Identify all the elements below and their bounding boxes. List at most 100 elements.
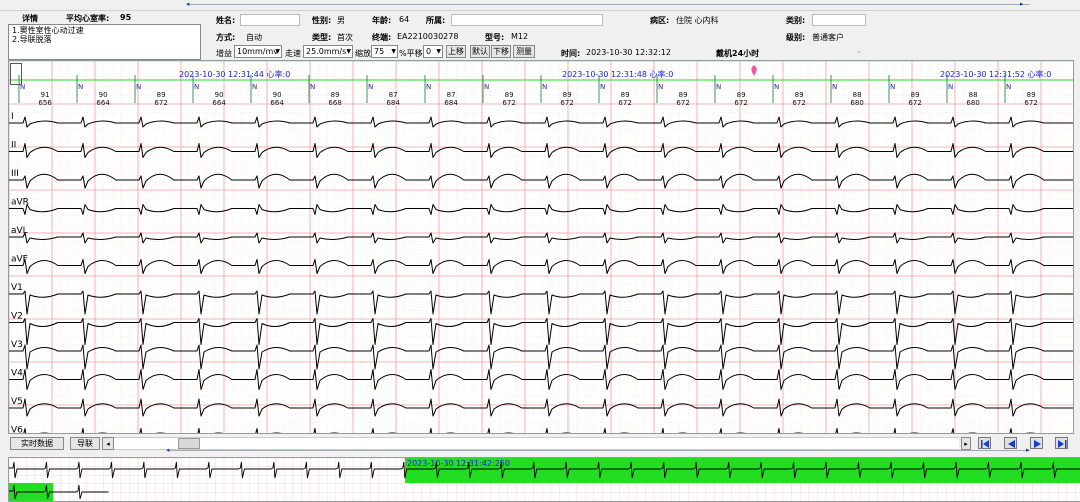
- lead-label-V5: V5: [11, 397, 23, 407]
- pan-select[interactable]: 0 ▼: [423, 45, 443, 58]
- lead-label-II: II: [11, 141, 16, 151]
- lead-label-V2: V2: [11, 312, 23, 322]
- avg-hr-value: 95: [120, 13, 132, 22]
- ecg-major-grid: [9, 61, 1073, 433]
- beat-hr: 89: [911, 91, 920, 99]
- ward-label: 病区:: [650, 16, 670, 25]
- ecg-minor-grid: [9, 61, 1073, 433]
- pan-value: 0: [426, 47, 432, 56]
- beat-hr: 89: [505, 91, 514, 99]
- strip-timestamp: 2023-10-30 12:31:42:250: [407, 459, 510, 468]
- next-page-icon[interactable]: [1030, 437, 1043, 449]
- chevron-down-icon: ▼: [436, 48, 441, 55]
- event-marker-icon[interactable]: [749, 65, 759, 77]
- beat-rr: 656: [38, 99, 52, 107]
- pan-label: %平移: [399, 49, 423, 58]
- default-button[interactable]: 默认: [470, 45, 490, 58]
- overview-strip[interactable]: 2023-10-30 12:31:42:250: [8, 457, 1080, 502]
- beat-hr: 87: [447, 91, 456, 99]
- prev-page-icon[interactable]: [1004, 437, 1017, 449]
- ecg-canvas[interactable]: N91656N90664N89672N90664N90664N89668N876…: [9, 61, 1073, 433]
- last-page-icon[interactable]: [1055, 437, 1068, 449]
- horizontal-scrollbar[interactable]: [114, 437, 959, 450]
- gain-select[interactable]: 10mm/mv ▼: [234, 45, 282, 58]
- ecg-trace-III: [9, 173, 1073, 189]
- speed-select[interactable]: 25.0mm/s ▼: [303, 45, 353, 58]
- overview-canvas[interactable]: 2023-10-30 12:31:42:250: [9, 458, 1080, 501]
- move-down-button[interactable]: 下移: [491, 45, 511, 58]
- beat-label: N: [78, 83, 83, 91]
- lead-label-V3: V3: [11, 340, 23, 350]
- scrollbar-thumb[interactable]: [178, 438, 200, 449]
- measure-button[interactable]: 测量: [513, 45, 535, 58]
- beat-label: N: [890, 83, 895, 91]
- ecg-trace-aVF: [9, 259, 1073, 274]
- beat-label: N: [136, 83, 141, 91]
- beat-label: N: [484, 83, 489, 91]
- gender-value: 男: [337, 16, 345, 25]
- beat-label: N: [252, 83, 257, 91]
- beat-hr: 90: [99, 91, 108, 99]
- level-value: 普通客户: [812, 33, 844, 42]
- scroll-right-icon[interactable]: ▸: [961, 437, 971, 450]
- timestamp-marker: 2023-10-30 12:31:48 心率:0: [562, 69, 673, 79]
- beat-hr: 89: [563, 91, 572, 99]
- type-value: 首次: [337, 33, 353, 42]
- chevron-down-icon: ▼: [391, 48, 396, 55]
- beat-rr: 664: [96, 99, 110, 107]
- bottom-right-arrow-icon[interactable]: ▸: [1026, 446, 1030, 454]
- move-up-button[interactable]: 上移: [446, 45, 466, 58]
- beat-hr: 88: [969, 91, 978, 99]
- mode-label: 方式:: [216, 33, 236, 42]
- diagnosis-box[interactable]: 1.窦性室性心动过速 2.导联脱落: [8, 24, 201, 60]
- ecg-viewer[interactable]: N 91 656 N 90 664 N 89 672 N 90 664 N 90 664 N 89 668 N 87 6…: [8, 60, 1074, 434]
- beat-rr: 684: [386, 99, 400, 107]
- terminal-value: EA2210030278: [397, 32, 459, 41]
- collapse-icon[interactable]: ⌃: [856, 50, 862, 58]
- level-label: 级别:: [786, 33, 806, 42]
- hospital-field[interactable]: [451, 14, 603, 26]
- name-field[interactable]: [240, 14, 300, 26]
- beat-rr: 684: [444, 99, 458, 107]
- bottom-left-arrow-icon[interactable]: ◂: [166, 446, 170, 454]
- realtime-data-button[interactable]: 实时数据: [10, 437, 64, 450]
- lead-button[interactable]: 导联: [70, 437, 100, 450]
- age-label: 年龄:: [372, 16, 392, 25]
- beat-hr: 89: [157, 91, 166, 99]
- category-field[interactable]: [812, 14, 866, 26]
- beat-label: N: [832, 83, 837, 91]
- top-scroll-track[interactable]: [190, 4, 1030, 5]
- zoom-select[interactable]: 75 ▼: [371, 45, 398, 58]
- ecg-trace-aVR: [9, 204, 1073, 215]
- beat-hr: 89: [679, 91, 688, 99]
- beat-hr: 89: [621, 91, 630, 99]
- beat-hr: 89: [1027, 91, 1036, 99]
- scroll-left-icon[interactable]: ◂: [102, 437, 114, 450]
- chevron-down-icon: ▼: [346, 48, 351, 55]
- first-page-icon[interactable]: [978, 437, 991, 449]
- avg-hr-label: 平均心室率:: [66, 14, 110, 23]
- ward-value: 住院 心内科: [676, 16, 719, 25]
- beat-label: N: [600, 83, 605, 91]
- beat-label: N: [658, 83, 663, 91]
- top-right-arrow-icon[interactable]: ▸: [1020, 0, 1024, 8]
- beat-hr: 89: [331, 91, 340, 99]
- time-value: 2023-10-30 12:32:12: [586, 48, 671, 57]
- speed-label: 走速: [285, 49, 301, 58]
- beat-label: N: [542, 83, 547, 91]
- time-label: 时间:: [561, 49, 581, 58]
- top-left-arrow-icon[interactable]: ◂: [186, 0, 190, 8]
- model-label: 型号:: [485, 33, 505, 42]
- terminal-label: 终端:: [372, 33, 392, 42]
- lead-label-V1: V1: [11, 283, 23, 293]
- bottom-scroll-track[interactable]: [170, 450, 1030, 451]
- category-label: 类别:: [786, 16, 806, 25]
- beat-rr: 680: [966, 99, 979, 107]
- top-bar: [0, 0, 1080, 11]
- beat-rr: 672: [618, 99, 631, 107]
- beat-rr: 672: [734, 99, 747, 107]
- selection-box[interactable]: [10, 63, 22, 85]
- type-label: 类型:: [312, 33, 332, 42]
- chevron-down-icon: ▼: [275, 48, 280, 55]
- lead-label-III: III: [11, 169, 19, 179]
